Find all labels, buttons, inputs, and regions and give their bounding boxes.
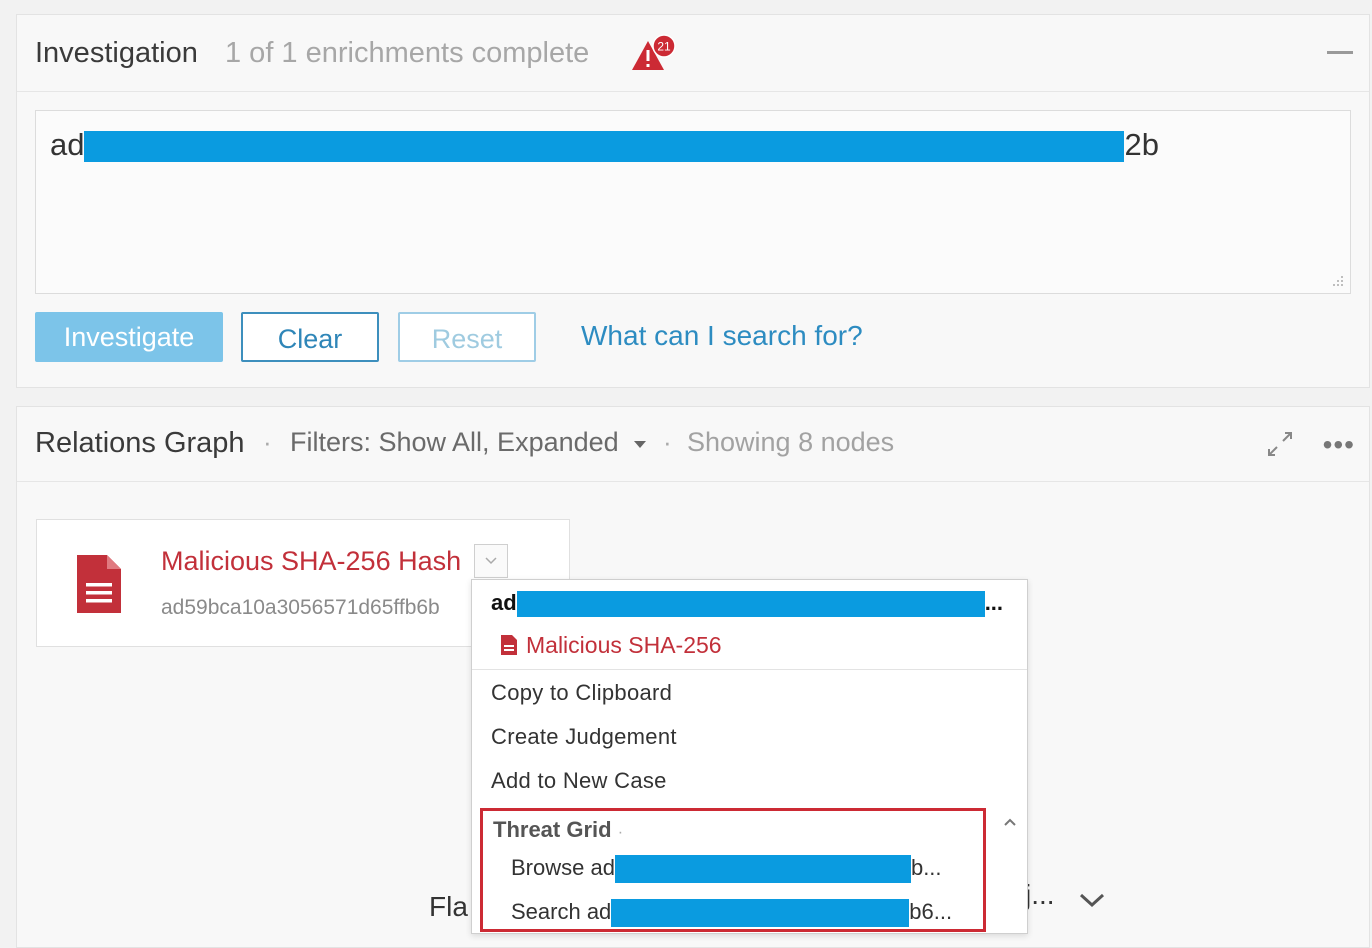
threat-grid-section: Threat Grid · Browse ad b... Search ad b6.… (480, 808, 986, 932)
node-title[interactable]: Malicious SHA-256 Hash (161, 546, 461, 577)
browse-item[interactable]: Browse ad b... (511, 855, 942, 884)
filters-dropdown[interactable]: Filters: Show All, Expanded (290, 427, 648, 458)
menu-hash: ad... (491, 590, 1004, 618)
investigation-panel: Investigation 1 of 1 enrichments complet… (16, 14, 1370, 388)
redacted-hash (84, 131, 1125, 163)
clear-button[interactable]: Clear (241, 312, 379, 362)
investigation-title: Investigation (35, 37, 198, 69)
relations-title: Relations Graph (35, 427, 245, 459)
node-hash: ad59bca10a3056571d65ffb6b (161, 596, 440, 619)
graph-node-label: Fla (429, 891, 468, 922)
alert-count: 21 (657, 40, 671, 54)
chevron-down-icon[interactable] (474, 544, 508, 578)
node-count: Showing 8 nodes (687, 427, 895, 457)
query-text: ad 2b (50, 127, 1159, 163)
copy-to-clipboard-item[interactable]: Copy to Clipboard (491, 680, 672, 706)
file-icon (501, 635, 517, 655)
search-help-link[interactable]: What can I search for? (581, 320, 863, 352)
filters-label: Filters: Show All, Expanded (290, 427, 619, 457)
search-item[interactable]: Search ad b6... (511, 899, 953, 928)
redacted-hash (516, 591, 985, 618)
graph-node-label-right: j... (1025, 879, 1055, 910)
enrichment-status: 1 of 1 enrichments complete (225, 37, 590, 69)
browse-prefix: Browse ad (511, 855, 615, 880)
more-icon[interactable]: ••• (1323, 429, 1355, 461)
separator-dot: · (663, 427, 672, 457)
investigate-button[interactable]: Investigate (35, 312, 223, 362)
threat-grid-title: Threat Grid · (493, 817, 623, 843)
caret-down-icon (634, 440, 647, 448)
query-input[interactable]: ad 2b (35, 110, 1351, 294)
investigation-header: Investigation 1 of 1 enrichments complet… (17, 15, 1369, 92)
menu-type: Malicious SHA-256 (500, 632, 722, 659)
relations-header: Relations Graph · Filters: Show All, Exp… (17, 407, 1369, 482)
threat-grid-label: Threat Grid (493, 817, 612, 842)
chevron-up-icon[interactable] (1002, 816, 1018, 828)
redacted-hash (611, 899, 910, 928)
query-suffix: 2b (1124, 127, 1159, 162)
query-prefix: ad (50, 127, 85, 162)
resize-handle-icon[interactable] (1330, 273, 1344, 287)
menu-header: ad... Malicious SHA-256 (472, 580, 1027, 670)
browse-suffix: b... (910, 855, 942, 880)
create-judgement-item[interactable]: Create Judgement (491, 724, 677, 750)
menu-type-label: Malicious SHA-256 (526, 632, 722, 658)
redacted-hash (614, 855, 911, 884)
chevron-down-icon[interactable] (1077, 889, 1107, 911)
context-menu: ad... Malicious SHA-256 Copy to Clipboar… (471, 579, 1028, 934)
separator-dot: · (263, 427, 272, 457)
search-prefix: Search ad (511, 899, 612, 924)
menu-hash-prefix: ad (491, 590, 517, 615)
alert-icon[interactable]: 21 (629, 33, 677, 73)
menu-hash-suffix: ... (984, 590, 1004, 615)
reset-button[interactable]: Reset (398, 312, 536, 362)
expand-icon[interactable] (1263, 427, 1297, 461)
collapse-icon[interactable] (1327, 51, 1353, 54)
search-suffix: b6... (909, 899, 953, 924)
section-mark: · (617, 824, 624, 841)
file-icon (77, 555, 121, 613)
add-to-new-case-item[interactable]: Add to New Case (491, 768, 667, 794)
